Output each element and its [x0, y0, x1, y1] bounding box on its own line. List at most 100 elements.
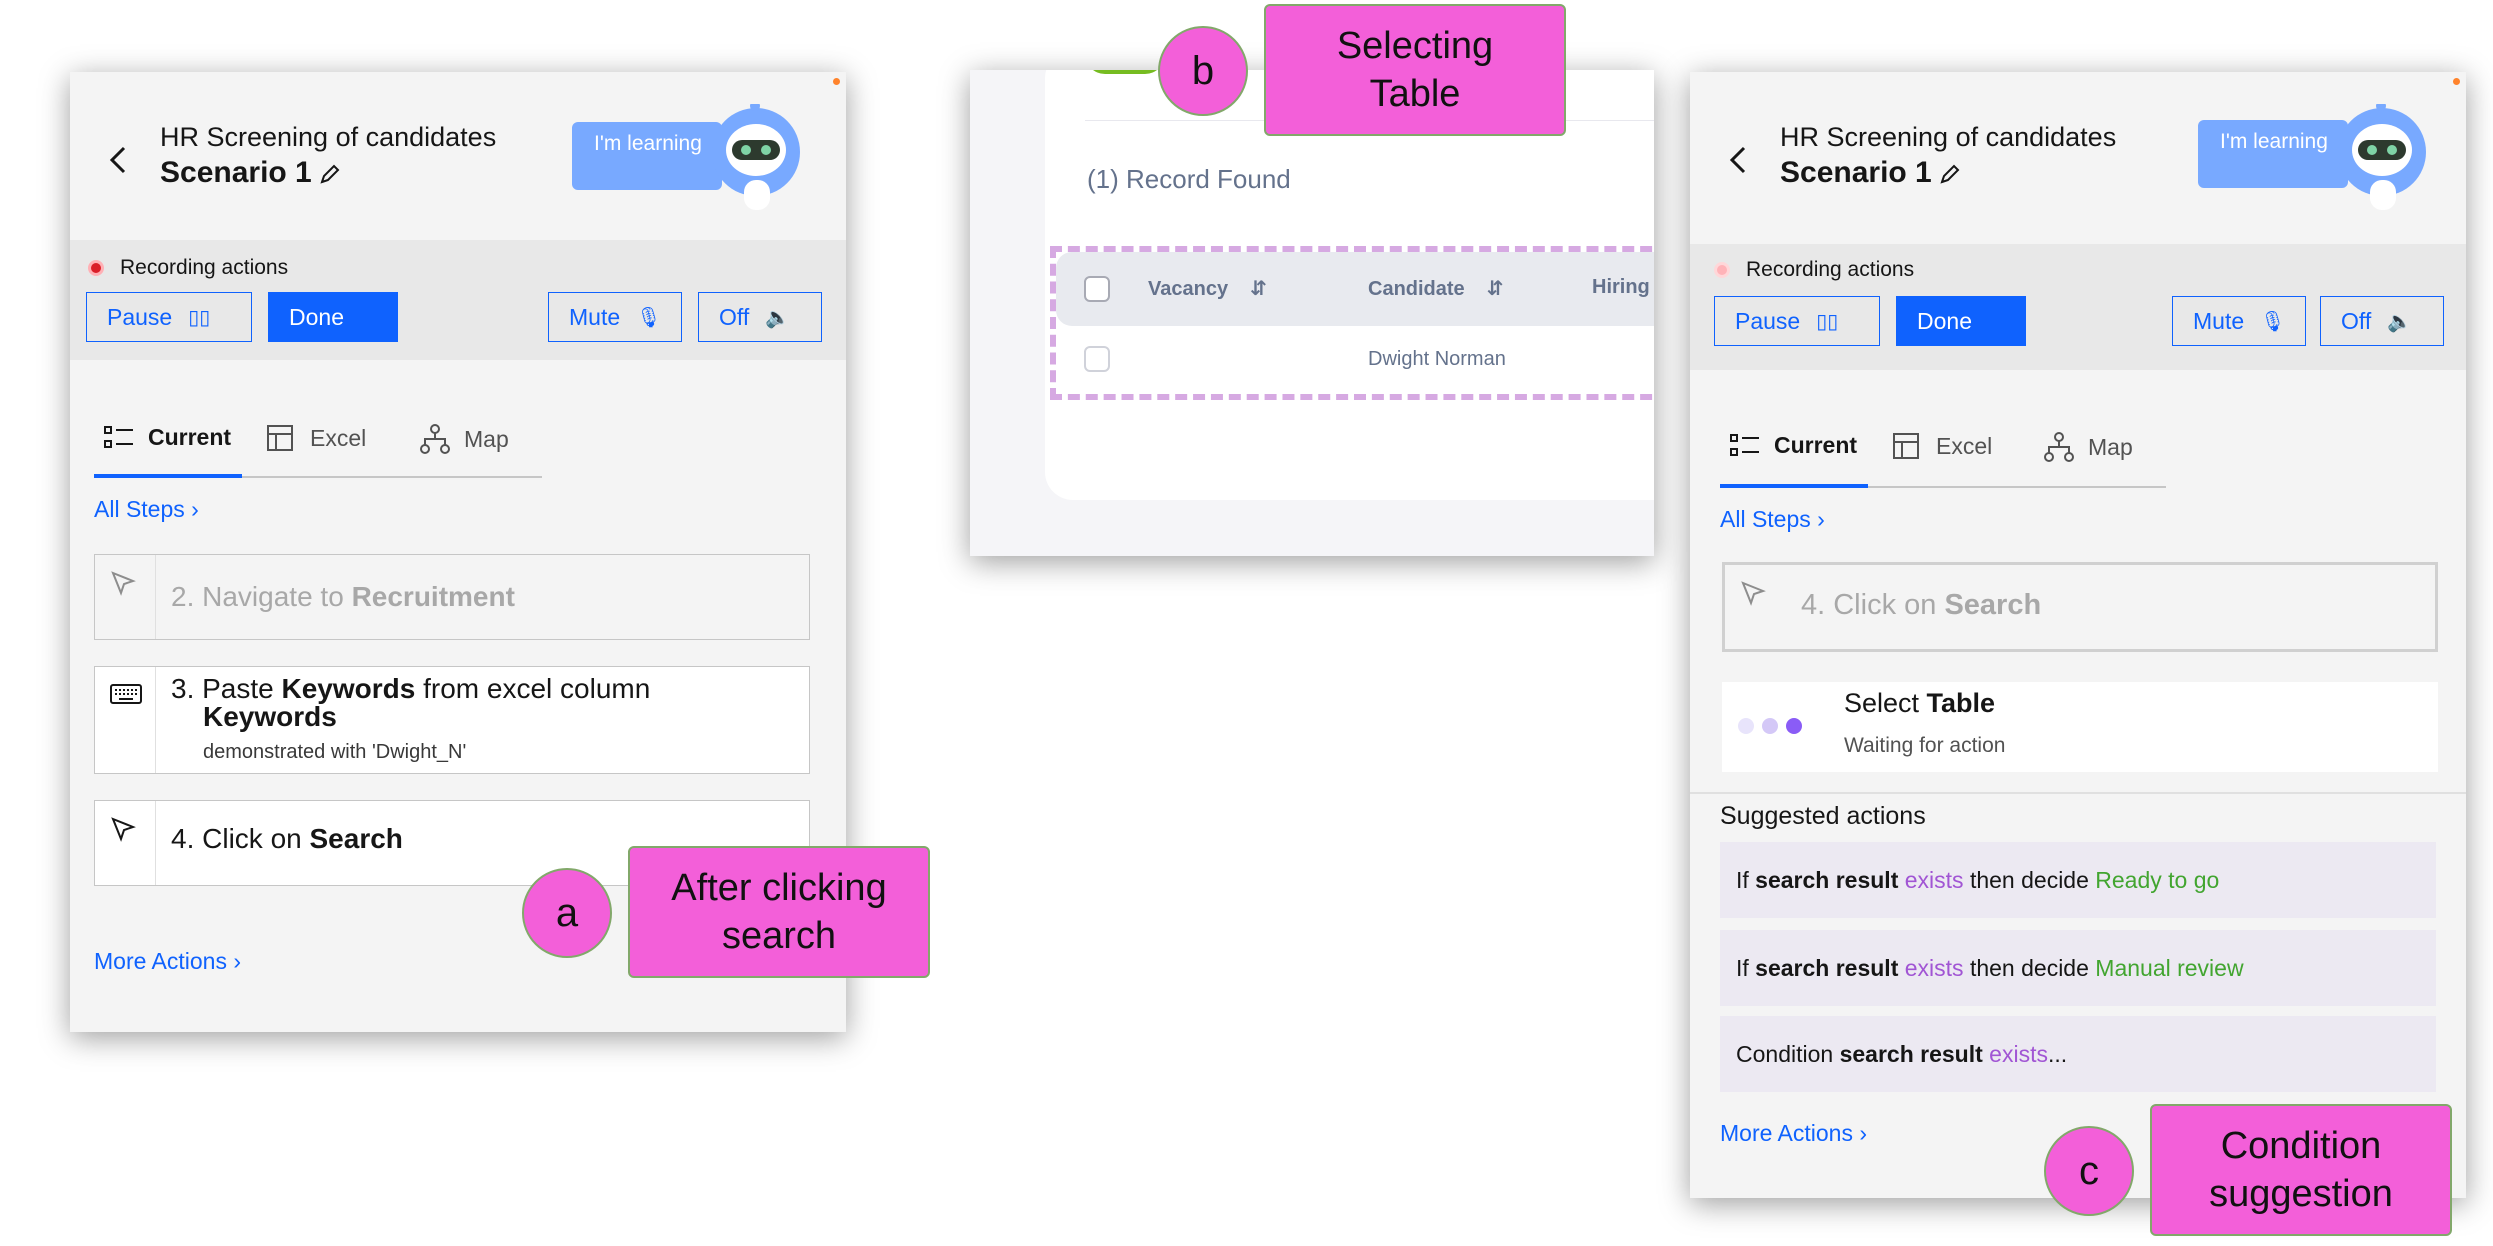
loading-dots-icon	[1738, 718, 1802, 734]
suggestion-outcome: Ready to go	[2095, 866, 2220, 893]
table-row[interactable]: Dwight Norman	[1056, 326, 1654, 394]
suggestion-subject: search result	[1755, 866, 1899, 893]
header: HR Screening of candidates Scenario 1 I'…	[70, 72, 846, 242]
hierarchy-icon	[2044, 432, 2074, 462]
suggestion-if: Condition	[1736, 1040, 1840, 1067]
pause-icon: ▯▯	[1816, 310, 1839, 333]
step-gutter	[95, 667, 156, 773]
select-all-checkbox[interactable]	[1084, 276, 1110, 302]
pause-label: Pause	[1735, 307, 1801, 334]
tab-active-indicator	[94, 474, 242, 478]
all-steps-link[interactable]: All Steps ›	[1720, 506, 1825, 533]
step-prefix: 4. Click on	[1801, 589, 1945, 621]
sound-off-button[interactable]: Off 🔈	[698, 292, 822, 342]
done-label: Done	[1917, 307, 1972, 334]
tab-current-label: Current	[1774, 432, 1858, 458]
tab-excel[interactable]: Excel	[1892, 432, 1992, 460]
sort-icon: ⇵	[1250, 278, 1267, 300]
step-prefix: 3. Paste	[171, 673, 282, 704]
column-vacancy-label: Vacancy	[1148, 278, 1229, 300]
cursor-icon	[111, 817, 136, 842]
list-icon	[1730, 433, 1759, 456]
hierarchy-icon	[420, 424, 450, 454]
scenario-name: Scenario 1	[1780, 156, 1932, 189]
tab-current[interactable]: Current	[104, 424, 231, 451]
step-text: 2. Navigate to Recruitment	[171, 581, 515, 613]
more-actions-label: More Actions	[94, 948, 227, 974]
microphone-icon: 🎙	[636, 306, 662, 329]
column-candidate[interactable]: Candidate ⇵	[1368, 276, 1503, 301]
suggestion-item[interactable]: If search result exists then decide Read…	[1720, 842, 2436, 918]
more-actions-label: More Actions	[1720, 1120, 1853, 1146]
pending-step-text: Select Table	[1844, 688, 1995, 719]
tab-excel[interactable]: Excel	[266, 424, 366, 452]
row-checkbox[interactable]	[1084, 346, 1110, 372]
scenario-title: Scenario 1	[1780, 156, 1962, 190]
step-click-search[interactable]: 4. Click on Search	[1722, 562, 2438, 652]
sound-off-button[interactable]: Off 🔈	[2320, 296, 2444, 346]
step-prefix: 4. Click on	[171, 823, 310, 854]
back-arrow-icon[interactable]	[1720, 140, 1760, 180]
callout-c-label: Condition suggestion	[2150, 1104, 2452, 1236]
suggestion-verb: exists	[1898, 954, 1964, 981]
tab-active-indicator	[1720, 484, 1868, 488]
callout-a-marker: a	[522, 868, 612, 958]
step-navigate[interactable]: 2. Navigate to Recruitment	[94, 554, 810, 640]
back-arrow-icon[interactable]	[100, 140, 140, 180]
records-found: (1) Record Found	[1087, 164, 1291, 194]
suggestion-item[interactable]: Condition search result exists...	[1720, 1016, 2436, 1092]
tab-map[interactable]: Map	[420, 424, 509, 454]
more-actions-link[interactable]: More Actions ›	[1720, 1120, 1867, 1147]
speaker-icon: 🔈	[765, 306, 791, 329]
recording-label: Recording actions	[120, 256, 289, 279]
pause-button[interactable]: Pause ▯▯	[1714, 296, 1880, 346]
section-divider	[1690, 792, 2466, 794]
keyboard-icon	[110, 684, 142, 704]
more-actions-link[interactable]: More Actions ›	[94, 948, 241, 975]
step-prefix: 2. Navigate to	[171, 581, 352, 612]
row-candidate-name: Dwight Norman	[1368, 348, 1506, 370]
step-text: 4. Click on Search	[1801, 589, 2041, 622]
chevron-right-icon: ›	[1859, 1120, 1868, 1146]
pause-icon: ▯▯	[188, 306, 211, 329]
column-candidate-label: Candidate	[1368, 278, 1465, 300]
tab-current[interactable]: Current	[1730, 432, 1857, 459]
done-button[interactable]: Done	[1896, 296, 2026, 346]
learning-label: I'm learning	[594, 132, 702, 155]
mute-button[interactable]: Mute 🎙	[2172, 296, 2306, 346]
suggestion-subject: search result	[1755, 954, 1899, 981]
callout-b-marker: b	[1158, 26, 1248, 116]
step-target: Recruitment	[351, 581, 515, 612]
tab-map[interactable]: Map	[2044, 432, 2133, 462]
panel-b: (1) Record Found Vacancy ⇵ Candidate ⇵ Hir…	[970, 70, 1654, 556]
suggestion-subject: search result	[1839, 1040, 1983, 1067]
suggestion-then: then decide	[1963, 866, 2096, 893]
mute-button[interactable]: Mute 🎙	[548, 292, 682, 342]
step-column: Keywords	[203, 701, 337, 732]
edit-pencil-icon[interactable]	[318, 162, 342, 186]
spreadsheet-icon	[267, 425, 293, 451]
cursor-icon	[1741, 581, 1766, 606]
edit-pencil-icon[interactable]	[1938, 162, 1962, 186]
all-steps-link[interactable]: All Steps ›	[94, 496, 199, 523]
chevron-right-icon: ›	[1817, 506, 1825, 532]
column-vacancy[interactable]: Vacancy ⇵	[1148, 276, 1267, 301]
recording-indicator	[88, 260, 104, 276]
step-text: 4. Click on Search	[171, 823, 403, 855]
tab-excel-label: Excel	[310, 424, 367, 451]
suggestion-item[interactable]: If search result exists then decide Manu…	[1720, 930, 2436, 1006]
callout-b-label: Selecting Table	[1264, 4, 1566, 136]
microphone-icon: 🎙	[2260, 310, 2286, 333]
all-steps-label: All Steps	[1720, 506, 1811, 532]
pause-button[interactable]: Pause ▯▯	[86, 292, 252, 342]
pending-target: Table	[1926, 688, 1996, 718]
step-target: Search	[309, 823, 403, 854]
step-paste[interactable]: 3. Paste Keywords from excel column Keywo…	[94, 666, 810, 774]
robot-icon	[712, 104, 800, 210]
workflow-title: HR Screening of candidates	[160, 122, 497, 152]
suggestion-verb: exists	[1982, 1040, 2048, 1067]
robot-icon	[2338, 104, 2426, 210]
learning-badge: I'm learning	[572, 122, 722, 190]
done-button[interactable]: Done	[268, 292, 398, 342]
column-hiring-manager[interactable]: Hiring M	[1592, 276, 1654, 299]
